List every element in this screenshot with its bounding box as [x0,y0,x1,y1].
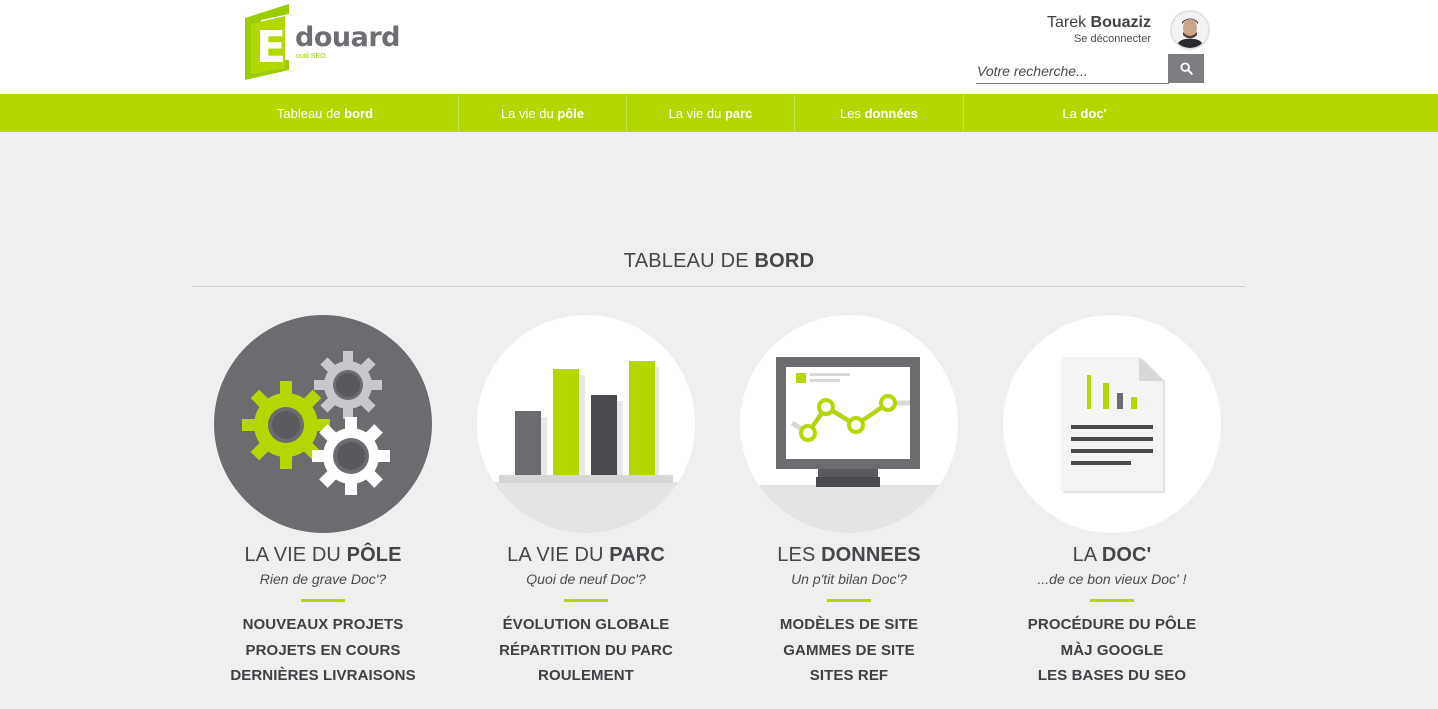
card-accent-bar [827,599,871,602]
card-illustration[interactable] [214,315,432,533]
svg-text:E: E [256,22,286,73]
card-title-text: LA [1072,544,1097,566]
nav-item-label-bold: bord [344,105,374,121]
edouard-logo[interactable]: E douard outil SEO [245,4,405,82]
card-accent-bar [564,599,608,602]
link-les-bases-du-seo[interactable]: LES BASES DU SEO [981,663,1243,689]
search-bar [976,54,1204,84]
nav-item-label-bold: pôle [557,105,585,121]
card-accent-bar [1090,599,1134,602]
link-gammes-de-site[interactable]: GAMMES DE SITE [718,638,980,664]
nav-item-label: La vie du [668,105,722,121]
bar-chart-icon [477,361,695,533]
user-name: Tarek Bouaziz [1047,14,1151,32]
card-les-donnees: LES DONNEES Un p'tit bilan Doc'? MODÈLES… [718,315,980,689]
link-sites-ref[interactable]: SITES REF [718,663,980,689]
user-last-name: Bouaziz [1090,14,1151,31]
link-dernieres-livraisons[interactable]: DERNIÈRES LIVRAISONS [192,663,454,689]
nav-item-vie-du-pole[interactable]: La vie du pôle [459,94,626,132]
document-icon [1061,357,1165,493]
avatar-photo-icon [1172,12,1208,48]
user-block: Tarek Bouaziz Se déconnecter [1047,14,1151,45]
card-accent-bar [301,599,345,602]
card-la-doc: LA DOC' ...de ce bon vieux Doc' ! PROCÉD… [981,315,1243,689]
card-illustration[interactable] [740,315,958,533]
link-evolution-globale[interactable]: ÉVOLUTION GLOBALE [455,612,717,638]
logout-link[interactable]: Se déconnecter [1047,33,1151,45]
nav-item-label: Les [839,105,861,121]
card-illustration[interactable] [1003,315,1221,533]
logo-tagline: outil SEO [296,53,326,60]
nav-item-label: La [1062,105,1077,121]
link-roulement[interactable]: ROULEMENT [455,663,717,689]
user-first-name: Tarek [1046,14,1087,31]
card-title: LA VIE DU PÔLE [192,544,454,567]
card-subtitle: Rien de grave Doc'? [259,571,387,587]
card-vie-du-parc: LA VIE DU PARC Quoi de neuf Doc'? ÉVOLUT… [455,315,717,689]
card-title-text: LA VIE DU [507,544,604,566]
card-title-bold: PÔLE [346,544,402,566]
nav-item-tableau-de-bord[interactable]: Tableau de bord [192,94,458,132]
nav-item-label: Tableau de [276,105,341,121]
card-title-bold: DOC' [1101,544,1152,566]
monitor-chart-icon [740,357,958,533]
link-nouveaux-projets[interactable]: NOUVEAUX PROJETS [192,612,454,638]
site-header: E douard outil SEO Tarek Bouaziz Se déco… [0,0,1438,94]
nav-item-doc[interactable]: La doc' [964,94,1205,132]
card-subtitle: ...de ce bon vieux Doc' ! [1037,571,1187,587]
card-vie-du-pole: LA VIE DU PÔLE Rien de grave Doc'? NOUVE… [192,315,454,689]
link-maj-google[interactable]: MÀJ GOOGLE [981,638,1243,664]
nav-item-label-bold: doc' [1080,105,1107,121]
search-input[interactable] [976,59,1169,84]
main-nav: Tableau de bord La vie du pôle La vie du… [0,94,1438,132]
card-subtitle: Un p'tit bilan Doc'? [791,571,907,587]
page-title-text: TABLEAU DE [623,250,749,272]
page-title: TABLEAU DE BORD [0,250,1438,273]
search-button[interactable] [1168,54,1204,83]
link-modeles-de-site[interactable]: MODÈLES DE SITE [718,612,980,638]
nav-item-vie-du-parc[interactable]: La vie du parc [627,94,794,132]
nav-item-label-bold: parc [724,105,753,121]
page-title-bold: BORD [754,250,815,272]
card-title-text: LA VIE DU [244,544,341,566]
nav-item-donnees[interactable]: Les données [795,94,963,132]
link-repartition-du-parc[interactable]: RÉPARTITION DU PARC [455,638,717,664]
card-title-text: LES [777,544,816,566]
logo-wordmark: douard [295,22,400,53]
card-title-bold: DONNEES [821,544,921,566]
search-icon [1179,62,1193,75]
card-title: LES DONNEES [718,544,980,567]
card-title-bold: PARC [609,544,665,566]
nav-item-label-bold: données [864,105,919,121]
nav-item-label: La vie du [500,105,554,121]
link-projets-en-cours[interactable]: PROJETS EN COURS [192,638,454,664]
link-procedure-du-pole[interactable]: PROCÉDURE DU PÔLE [981,612,1243,638]
card-subtitle: Quoi de neuf Doc'? [526,571,646,587]
gears-icon [242,351,390,495]
title-divider [192,286,1245,287]
card-illustration[interactable] [477,315,695,533]
card-title: LA DOC' [981,544,1243,567]
card-title: LA VIE DU PARC [455,544,717,567]
avatar[interactable] [1170,10,1210,50]
